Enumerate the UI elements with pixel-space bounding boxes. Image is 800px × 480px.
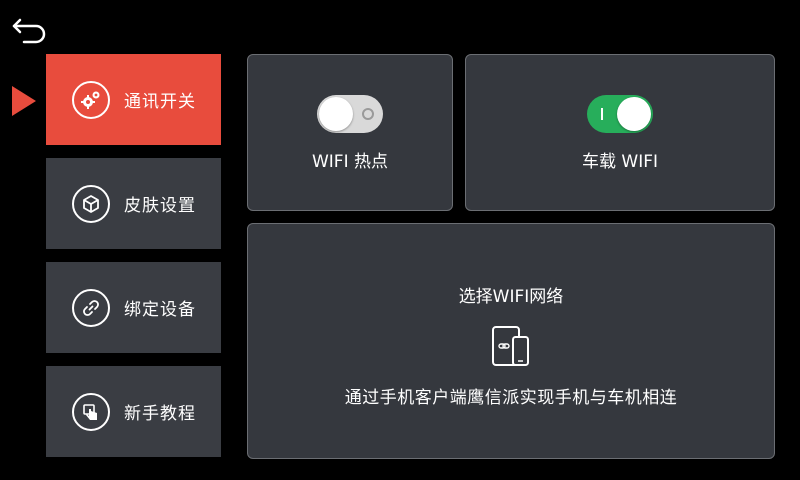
sidebar-item-label: 皮肤设置 xyxy=(124,196,196,216)
select-wifi-description: 通过手机客户端鹰信派实现手机与车机相连 xyxy=(344,388,678,408)
link-icon xyxy=(72,288,110,327)
active-pointer-icon xyxy=(12,86,36,116)
back-arrow-icon xyxy=(12,18,46,44)
app-screen: 通讯开关 皮肤设置 绑定设备 新手教程 WIFI 热点 车载 WIFI 选择WI… xyxy=(0,0,800,480)
cube-icon xyxy=(72,184,110,223)
on-indicator-icon xyxy=(601,108,603,120)
gears-icon xyxy=(72,80,110,119)
wifi-hotspot-panel[interactable]: WIFI 热点 xyxy=(247,54,453,211)
back-button[interactable] xyxy=(10,14,50,48)
car-wifi-switch[interactable] xyxy=(587,95,653,133)
sidebar-item-label: 绑定设备 xyxy=(124,300,196,320)
wifi-hotspot-switch[interactable] xyxy=(317,95,383,133)
sidebar-item-bind-device[interactable]: 绑定设备 xyxy=(46,262,221,353)
off-indicator-icon xyxy=(362,108,374,120)
sidebar-item-label: 通讯开关 xyxy=(124,92,196,112)
switch-knob xyxy=(617,97,651,131)
tablet-phone-link-icon xyxy=(492,326,529,366)
car-wifi-panel[interactable]: 车载 WIFI xyxy=(465,54,775,211)
sidebar-item-label: 新手教程 xyxy=(124,404,196,424)
car-wifi-label: 车载 WIFI xyxy=(581,152,659,172)
switch-knob xyxy=(319,97,353,131)
hand-touch-icon xyxy=(72,392,110,431)
sidebar-item-skin-settings[interactable]: 皮肤设置 xyxy=(46,158,221,249)
wifi-hotspot-label: WIFI 热点 xyxy=(311,152,389,172)
select-wifi-panel[interactable]: 选择WIFI网络 通过手机客户端鹰信派实现手机与车机相连 xyxy=(247,223,775,459)
select-wifi-title: 选择WIFI网络 xyxy=(458,287,564,307)
sidebar-item-tutorial[interactable]: 新手教程 xyxy=(46,366,221,457)
sidebar-item-comm-switch[interactable]: 通讯开关 xyxy=(46,54,221,145)
